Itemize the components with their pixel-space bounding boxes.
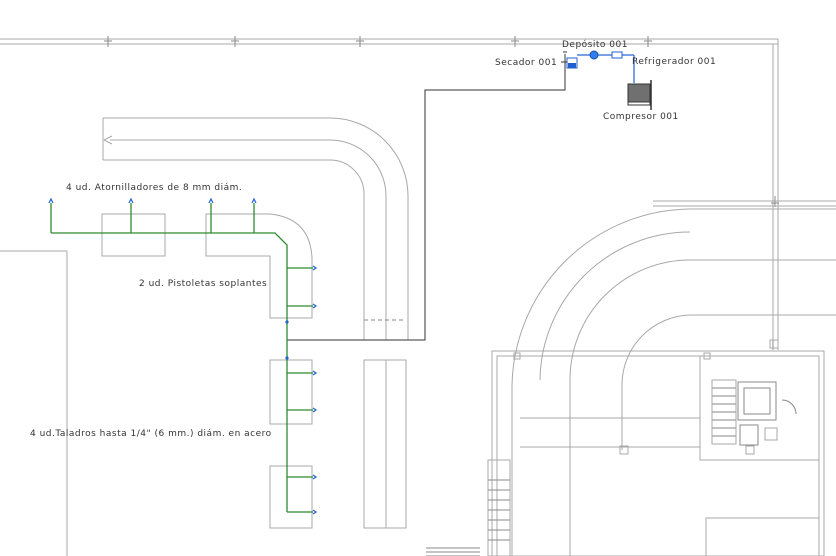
label-deposito: Depósito 001 [562,39,628,50]
label-atornilladores: 4 ud. Atornilladores de 8 mm diám. [66,183,242,193]
branch-pistoletas [287,267,313,307]
main-air-pipe [287,51,567,341]
label-taladros: 4 ud.Taladros hasta 1/4" (6 mm.) diám. e… [30,429,272,439]
secador-symbol[interactable] [561,57,578,69]
building-walls [0,36,836,556]
outlet-markers[interactable] [48,197,318,515]
refrigerador-symbol[interactable] [611,51,635,83]
branch-taladros [286,340,313,513]
deposito-symbol[interactable] [577,50,612,60]
label-secador: Secador 001 [495,58,557,68]
label-pistoletas: 2 ud. Pistoletas soplantes [139,279,267,289]
cad-drawing-canvas[interactable]: Depósito 001 Secador 001 Refrigerador 00… [0,0,836,556]
compresor-symbol[interactable] [627,80,652,110]
branch-atornilladores [50,203,288,340]
label-compresor: Compresor 001 [603,112,679,122]
label-refrigerador: Refrigerador 001 [632,57,716,67]
